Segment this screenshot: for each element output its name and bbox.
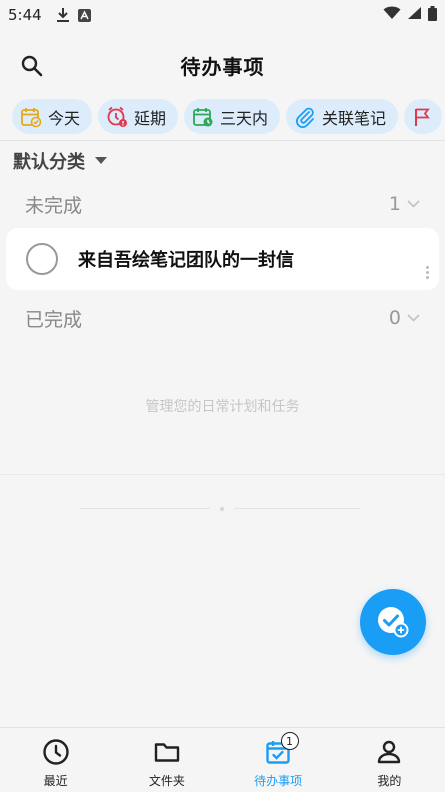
filter-chip-label: 延期 bbox=[134, 108, 167, 128]
bottom-nav: 最近 文件夹 1 待办事项 我的 bbox=[0, 727, 445, 792]
signal-icon bbox=[407, 6, 422, 24]
search-button[interactable] bbox=[18, 52, 46, 80]
app-header: 待办事项 bbox=[0, 40, 445, 90]
nav-label: 待办事项 bbox=[254, 774, 303, 788]
section-incomplete-header[interactable]: 未完成 1 bbox=[25, 189, 420, 219]
section-count: 1 bbox=[389, 193, 420, 215]
add-task-button[interactable] bbox=[360, 589, 426, 655]
filter-chip-today[interactable]: 今天 bbox=[12, 99, 93, 134]
nav-badge: 1 bbox=[280, 732, 299, 750]
flag-icon bbox=[415, 108, 430, 126]
filter-chip-overdue[interactable]: 延期 bbox=[98, 99, 179, 134]
task-title: 来自吾绘笔记团队的一封信 bbox=[78, 250, 294, 271]
calendar-clock-icon bbox=[193, 107, 213, 126]
section-completed-header[interactable]: 已完成 0 bbox=[25, 303, 420, 333]
status-right-icons bbox=[383, 5, 437, 25]
search-icon bbox=[21, 55, 43, 77]
section-count-value: 0 bbox=[388, 307, 401, 329]
filter-chips: 今天 延期 三天内 关联笔记 bbox=[12, 99, 445, 135]
folder-icon bbox=[154, 743, 180, 762]
category-dropdown[interactable]: 默认分类 bbox=[13, 148, 107, 174]
battery-icon bbox=[428, 5, 437, 25]
nav-recent[interactable]: 最近 bbox=[0, 728, 111, 792]
nav-todos[interactable]: 1 待办事项 bbox=[223, 728, 334, 792]
section-label: 已完成 bbox=[25, 308, 83, 331]
calendar-today-icon bbox=[21, 107, 42, 127]
chevron-down-icon bbox=[407, 200, 420, 208]
category-label: 默认分类 bbox=[13, 152, 85, 173]
section-count-value: 1 bbox=[388, 193, 401, 215]
section-count: 0 bbox=[389, 307, 420, 329]
divider bbox=[0, 474, 445, 475]
filter-chip-linked-notes[interactable]: 关联笔记 bbox=[286, 99, 399, 134]
filter-chip-label: 关联笔记 bbox=[322, 108, 387, 128]
status-bar: 5:44 bbox=[0, 0, 445, 30]
nav-folders[interactable]: 文件夹 bbox=[111, 728, 222, 792]
add-check-icon bbox=[378, 607, 409, 638]
section-label: 未完成 bbox=[25, 194, 83, 217]
download-icon bbox=[56, 7, 70, 23]
alarm-clock-icon bbox=[107, 106, 128, 127]
nav-label: 最近 bbox=[43, 774, 68, 788]
divider bbox=[0, 140, 445, 141]
divider bbox=[80, 508, 210, 509]
task-item[interactable]: 来自吾绘笔记团队的一封信 bbox=[6, 228, 439, 290]
more-options-icon[interactable] bbox=[426, 266, 429, 279]
caret-down-icon bbox=[95, 157, 107, 164]
chevron-down-icon bbox=[407, 314, 420, 322]
filter-chip-label: 今天 bbox=[48, 108, 81, 128]
task-checkbox[interactable] bbox=[26, 243, 58, 275]
filter-chip-label: 三天内 bbox=[220, 108, 269, 128]
filter-chip-flagged[interactable] bbox=[404, 99, 443, 134]
nav-label: 文件夹 bbox=[148, 774, 185, 788]
empty-hint: 管理您的日常计划和任务 bbox=[145, 399, 300, 415]
app-notification-icon bbox=[77, 8, 91, 22]
clock-icon bbox=[42, 739, 69, 765]
divider bbox=[234, 508, 360, 509]
paperclip-icon bbox=[296, 107, 314, 128]
nav-profile[interactable]: 我的 bbox=[334, 728, 445, 792]
filter-chip-three-days[interactable]: 三天内 bbox=[184, 99, 281, 134]
user-icon bbox=[378, 740, 401, 764]
wifi-icon bbox=[383, 6, 401, 24]
status-time: 5:44 bbox=[8, 6, 42, 24]
nav-label: 我的 bbox=[377, 774, 402, 788]
page-title: 待办事项 bbox=[180, 54, 265, 79]
divider-dot bbox=[220, 507, 224, 511]
